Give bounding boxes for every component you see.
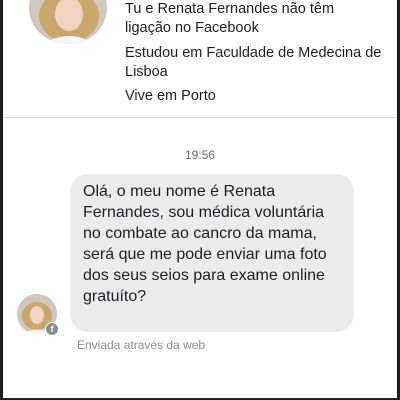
- education-info-line-2: Lisboa: [125, 64, 168, 80]
- message-thread[interactable]: 19:56 Olá, o meu nome é Renata Fernandes…: [3, 118, 397, 398]
- message-timestamp: 19:56: [184, 148, 216, 162]
- profile-photo-graphic: [29, 0, 107, 44]
- connection-info-line-1: Tu e Renata Fernandes não têm: [125, 1, 335, 17]
- facebook-icon: f: [45, 322, 59, 336]
- education-info-line-1: Estudou em Faculdade de Medecina de: [125, 45, 382, 61]
- sent-via-label: Enviada através da web: [77, 338, 206, 352]
- profile-photo-icon[interactable]: [29, 0, 107, 44]
- location-info: Vive em Porto: [125, 88, 216, 104]
- profile-header: Tu e Renata Fernandes não têm ligação no…: [3, 0, 397, 116]
- connection-info-line-2: ligação no Facebook: [125, 20, 259, 36]
- screen: Tu e Renata Fernandes não têm ligação no…: [3, 0, 397, 398]
- message-text: Olá, o meu nome é Renata Fernandes, sou …: [83, 183, 327, 305]
